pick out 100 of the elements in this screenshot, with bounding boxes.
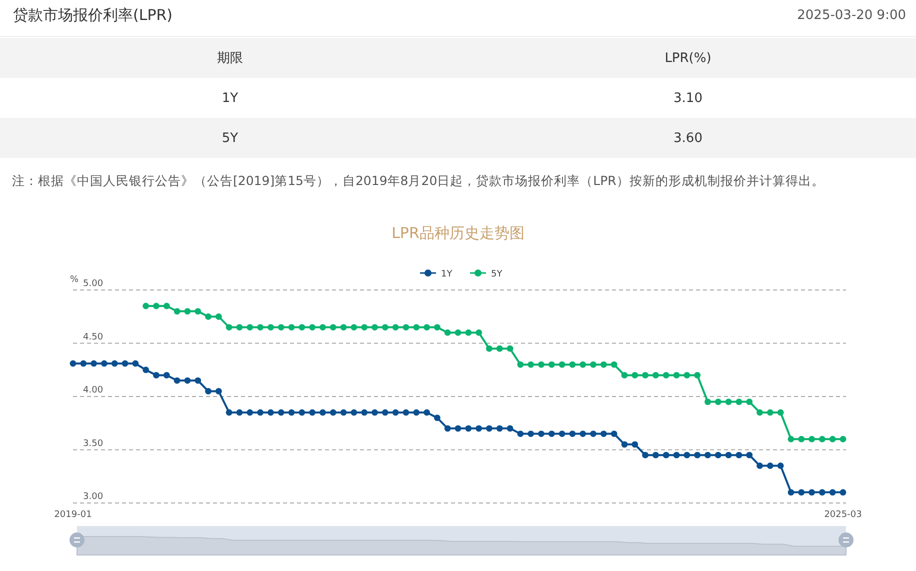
data-point <box>246 324 254 330</box>
data-point <box>90 360 97 367</box>
data-point <box>476 329 482 336</box>
data-point <box>434 324 440 330</box>
data-point <box>694 452 701 458</box>
range-navigator[interactable] <box>76 526 846 556</box>
range-handle[interactable] <box>70 532 84 548</box>
data-point <box>621 372 628 378</box>
data-point <box>673 372 680 378</box>
data-point <box>746 452 753 458</box>
data-point <box>714 452 722 458</box>
data-point <box>309 409 316 416</box>
data-point <box>330 409 336 416</box>
data-point <box>350 409 358 416</box>
data-point <box>725 452 732 458</box>
data-point <box>704 398 711 406</box>
data-point <box>642 452 648 458</box>
data-point <box>361 409 368 416</box>
data-point <box>476 425 482 432</box>
data-point <box>496 425 503 432</box>
table-cell-text: 3.60 <box>672 130 704 146</box>
data-point <box>517 361 524 368</box>
data-point <box>788 436 794 442</box>
data-point <box>434 414 440 421</box>
data-point <box>340 409 347 416</box>
data-point <box>236 324 243 330</box>
data-point <box>694 372 701 378</box>
data-point <box>226 324 232 330</box>
data-point <box>153 302 160 310</box>
data-point <box>600 430 607 437</box>
column-header: 期限 <box>216 50 244 67</box>
update-datetime: 2025-03-20 9:00 <box>797 8 906 22</box>
data-point <box>298 324 306 330</box>
data-point <box>486 345 492 352</box>
data-point <box>642 372 648 378</box>
y-tick-label: 4.00 <box>83 386 104 396</box>
data-point <box>309 324 316 330</box>
data-point <box>382 409 388 416</box>
data-point <box>205 388 212 394</box>
data-point <box>538 361 544 368</box>
chart-title: LPR品种历史走势图 <box>390 223 526 244</box>
data-point <box>506 345 514 352</box>
data-point <box>580 430 586 437</box>
y-tick-label: 3.00 <box>83 492 104 502</box>
data-point <box>840 489 846 496</box>
data-point <box>798 489 805 496</box>
data-point <box>320 409 326 416</box>
data-point <box>340 324 347 330</box>
data-point <box>569 430 576 437</box>
data-point <box>756 462 763 469</box>
data-point <box>746 398 753 406</box>
data-point <box>777 462 784 469</box>
data-point <box>632 441 638 448</box>
data-point <box>226 409 232 416</box>
data-point <box>205 313 212 320</box>
range-handle[interactable] <box>838 532 854 548</box>
data-point <box>454 425 462 432</box>
x-tick-label: 2025-03 <box>824 510 862 520</box>
data-point <box>215 388 222 394</box>
y-tick-label: 3.50 <box>83 438 104 449</box>
data-point <box>673 452 680 458</box>
data-point <box>517 430 524 437</box>
table-cell-text: 3.10 <box>672 90 704 106</box>
data-point <box>288 409 295 416</box>
data-point <box>372 324 378 330</box>
data-point <box>215 313 222 320</box>
data-point <box>684 452 690 458</box>
y-tick-label: 5.00 <box>83 279 104 289</box>
data-point <box>454 329 462 336</box>
data-point <box>298 409 306 416</box>
data-point <box>580 361 586 368</box>
data-point <box>392 324 399 330</box>
data-point <box>684 372 690 378</box>
data-point <box>278 324 284 330</box>
x-tick-label: 2019-01 <box>54 510 92 520</box>
data-point <box>829 436 836 442</box>
data-point <box>662 372 670 378</box>
data-point <box>350 324 358 330</box>
data-point <box>766 462 774 469</box>
legend-item[interactable]: 5Y <box>470 270 502 280</box>
data-point <box>153 372 160 378</box>
data-point <box>246 409 254 416</box>
data-point <box>736 452 742 458</box>
column-header: LPR(%) <box>664 50 712 66</box>
data-point <box>506 425 514 432</box>
page-title: 贷款市场报价利率(LPR) <box>13 6 173 24</box>
table-cell-text: 1Y <box>220 90 240 106</box>
data-point <box>174 377 180 384</box>
data-point <box>840 436 846 442</box>
data-point <box>382 324 388 330</box>
data-point <box>413 409 420 416</box>
data-point <box>424 324 430 330</box>
data-point <box>496 345 503 352</box>
data-point <box>610 361 618 368</box>
data-point <box>257 324 264 330</box>
y-axis-unit: % <box>70 275 79 285</box>
data-point <box>80 360 87 367</box>
data-point <box>736 398 742 406</box>
legend-item[interactable]: 1Y <box>420 270 452 280</box>
data-point <box>808 489 815 496</box>
